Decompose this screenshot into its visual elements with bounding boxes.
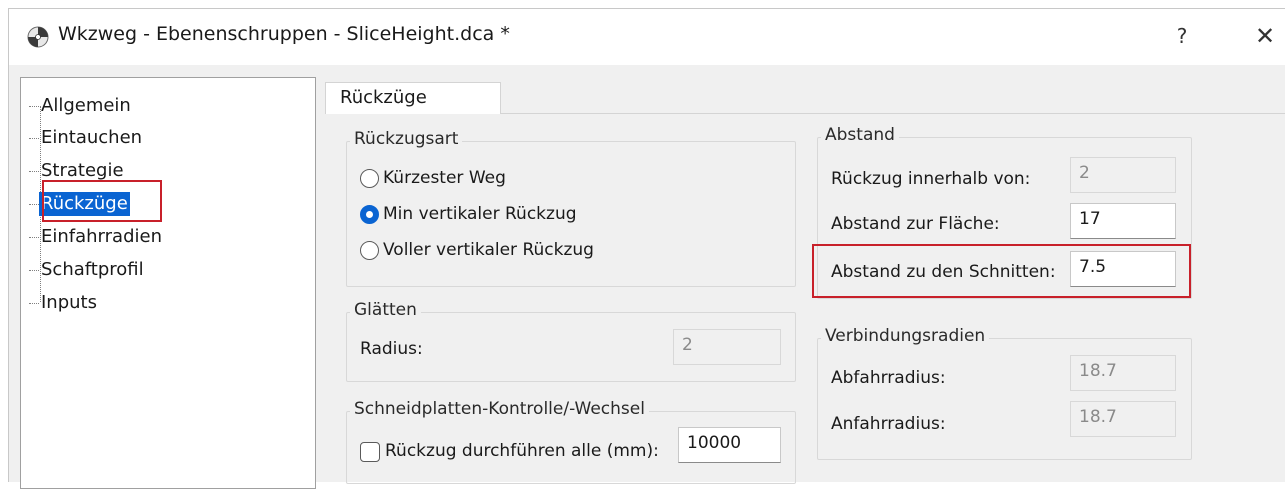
checkbox-label-rueckzug-durchfuehren: Rückzug durchführen alle (mm): bbox=[385, 441, 659, 461]
radius-field[interactable]: 2 bbox=[673, 329, 781, 365]
tree-item-label: Allgemein bbox=[41, 95, 131, 116]
radio-label-kuerzester-weg: Kürzester Weg bbox=[383, 168, 506, 188]
abstand-zur-flaeche-field[interactable]: 17 bbox=[1070, 203, 1176, 239]
tree-branch-line bbox=[29, 237, 39, 238]
rueckzug-innerhalb-label: Rückzug innerhalb von: bbox=[831, 169, 1031, 189]
tab-strip-line bbox=[501, 113, 1285, 114]
group-title-schneidplatten: Schneidplatten-Kontrolle/-Wechsel bbox=[350, 399, 649, 419]
group-title-rueckzugsart: Rückzugsart bbox=[350, 129, 463, 149]
group-title-glaetten: Glätten bbox=[350, 300, 421, 320]
help-button[interactable]: ? bbox=[1167, 19, 1197, 53]
dialog-window: Wkzweg - Ebenenschruppen - SliceHeight.d… bbox=[8, 8, 1285, 489]
radio-kuerzester-weg[interactable] bbox=[360, 169, 379, 188]
tree-branch-line bbox=[29, 204, 39, 205]
tab-rueckzuege[interactable]: Rückzüge bbox=[325, 82, 501, 114]
tree-branch-line bbox=[29, 303, 39, 304]
tree-branch-line bbox=[29, 138, 39, 139]
tree-item-label: Einfahrradien bbox=[41, 226, 162, 247]
abfahrradius-field[interactable]: 18.7 bbox=[1070, 355, 1176, 391]
rueckzug-intervall-field[interactable]: 10000 bbox=[678, 427, 781, 463]
tree-branch-line bbox=[29, 171, 39, 172]
navigation-tree: Allgemein Eintauchen Strategie Rückzüge … bbox=[20, 77, 316, 489]
abfahrradius-label: Abfahrradius: bbox=[831, 368, 946, 388]
anfahrradius-field[interactable]: 18.7 bbox=[1070, 401, 1176, 437]
anfahrradius-label: Anfahrradius: bbox=[831, 414, 946, 434]
highlight-box-rueckzuege bbox=[42, 180, 162, 222]
tree-item-label: Eintauchen bbox=[41, 127, 143, 148]
radius-label: Radius: bbox=[360, 339, 423, 359]
app-icon bbox=[27, 26, 49, 48]
tree-branch-line bbox=[29, 106, 39, 107]
window-title: Wkzweg - Ebenenschruppen - SliceHeight.d… bbox=[58, 23, 510, 45]
close-button[interactable]: ✕ bbox=[1250, 19, 1280, 53]
rueckzug-innerhalb-field[interactable]: 2 bbox=[1070, 157, 1176, 193]
radio-voller-vertikaler-rueckzug[interactable] bbox=[360, 241, 379, 260]
title-bar: Wkzweg - Ebenenschruppen - SliceHeight.d… bbox=[9, 9, 1285, 65]
checkbox-rueckzug-durchfuehren[interactable] bbox=[360, 442, 380, 462]
group-title-verbindungsradien: Verbindungsradien bbox=[821, 326, 990, 346]
tree-branch-line bbox=[29, 270, 39, 271]
tree-item-label: Inputs bbox=[41, 292, 97, 313]
abstand-zur-flaeche-label: Abstand zur Fläche: bbox=[831, 214, 1000, 234]
radio-label-voller-vertikaler-rueckzug: Voller vertikaler Rückzug bbox=[383, 240, 594, 260]
highlight-box-abstand-schnitte bbox=[812, 244, 1191, 298]
group-title-abstand: Abstand bbox=[821, 125, 899, 145]
radio-label-min-vertikaler-rueckzug: Min vertikaler Rückzug bbox=[383, 204, 577, 224]
radio-min-vertikaler-rueckzug[interactable] bbox=[360, 205, 379, 224]
tree-item-label: Schaftprofil bbox=[41, 259, 144, 280]
